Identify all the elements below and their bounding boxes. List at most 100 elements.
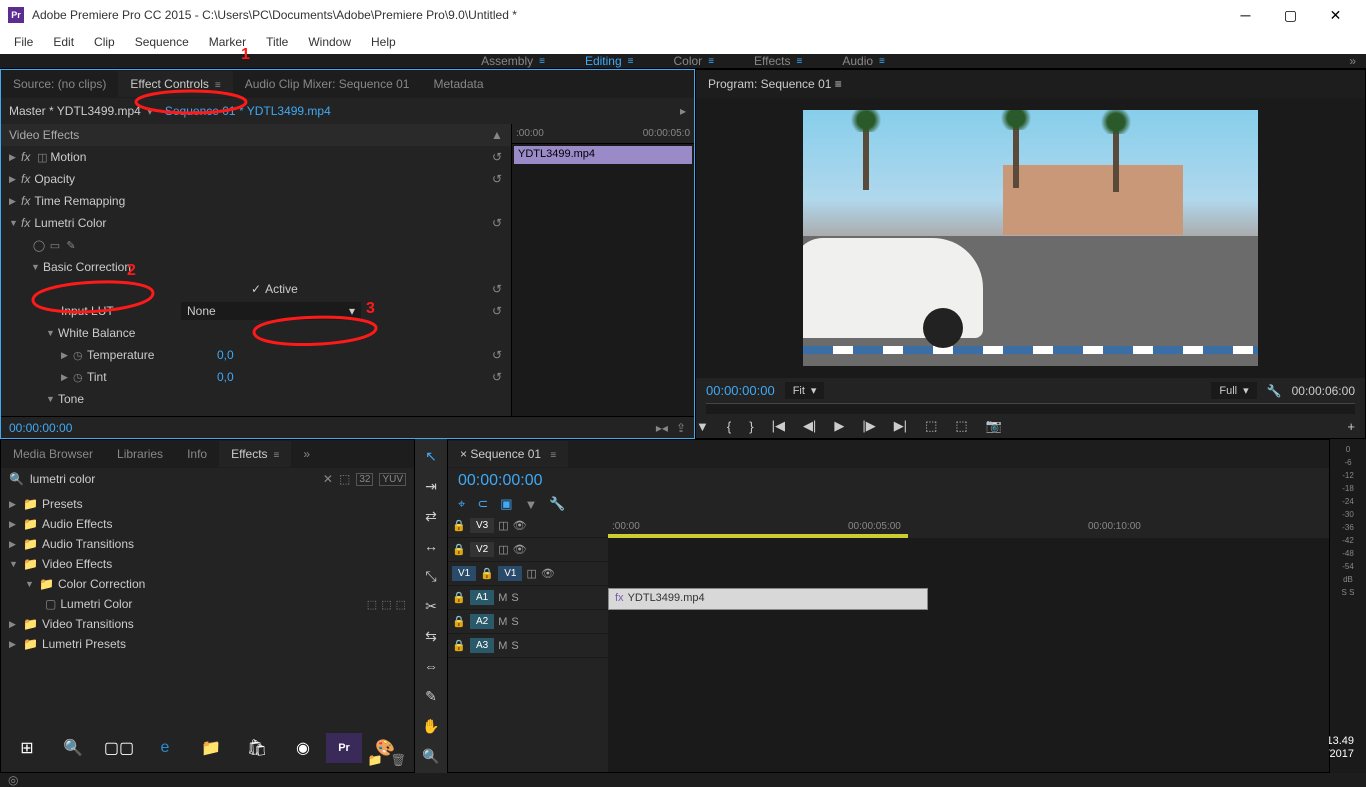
tab-overflow-icon[interactable]: »	[291, 441, 322, 467]
lock-icon[interactable]: 🔒	[452, 543, 466, 556]
pen-mask-icon[interactable]: ✎	[63, 239, 79, 252]
workspace-editing[interactable]: Editing≡	[585, 54, 634, 68]
tree-color-correction[interactable]: ▼📁Color Correction	[1, 574, 414, 594]
tree-video-transitions[interactable]: ▶📁Video Transitions	[1, 614, 414, 634]
effect-lumetri-color[interactable]: ▼fxLumetri Color↺	[1, 212, 511, 234]
program-ruler[interactable]	[706, 403, 1355, 414]
maximize-button[interactable]: ▢	[1268, 0, 1313, 30]
step-back-icon[interactable]: ◀|	[803, 418, 816, 434]
ripple-edit-tool-icon[interactable]: ⇄	[420, 505, 442, 527]
tree-audio-transitions[interactable]: ▶📁Audio Transitions	[1, 534, 414, 554]
timeline-tab[interactable]: × Sequence 01 ≡	[448, 441, 568, 467]
tree-video-effects[interactable]: ▼📁Video Effects	[1, 554, 414, 574]
tab-metadata[interactable]: Metadata	[421, 71, 495, 97]
chrome-icon[interactable]: ◉	[280, 728, 326, 768]
slide-tool-icon[interactable]: ⇔	[420, 655, 442, 677]
track-a1[interactable]: 🔒A1MS	[448, 586, 608, 610]
toggle-timeline-icon[interactable]: ▸	[680, 104, 686, 118]
loop-icon[interactable]: ▸◂	[656, 421, 668, 435]
menu-window[interactable]: Window	[298, 31, 361, 53]
section-toggle-icon[interactable]: ▲	[487, 128, 507, 142]
tree-lumetri-color-effect[interactable]: ▢Lumetri Color⬚⬚⬚	[1, 594, 414, 614]
timeline-clip[interactable]: fxYDTL3499.mp4	[608, 588, 928, 610]
program-resolution-dropdown[interactable]: Full▾	[1211, 382, 1256, 399]
program-fit-dropdown[interactable]: Fit▾	[785, 382, 825, 399]
rate-stretch-tool-icon[interactable]: ⤡	[420, 565, 442, 587]
selection-tool-icon[interactable]: ↖	[420, 445, 442, 467]
lock-icon[interactable]: 🔒	[452, 519, 466, 532]
task-view-icon[interactable]: ▢▢	[96, 728, 142, 768]
stopwatch-icon[interactable]: ◷	[73, 349, 87, 362]
snap-icon[interactable]: ⌖	[458, 496, 465, 512]
reset-icon[interactable]: ↺	[487, 150, 507, 164]
effect-time-remapping[interactable]: ▶fxTime Remapping	[1, 190, 511, 212]
premiere-taskbar-icon[interactable]: Pr	[326, 733, 362, 763]
ellipse-mask-icon[interactable]: ◯	[31, 239, 47, 252]
workspace-assembly[interactable]: Assembly≡	[481, 54, 545, 68]
hand-tool-icon[interactable]: ✋	[420, 715, 442, 737]
reset-icon[interactable]: ↺	[487, 370, 507, 384]
step-forward-icon[interactable]: |▶	[862, 418, 875, 434]
sequence-clip-label[interactable]: Sequence 01 * YDTL3499.mp4	[165, 104, 331, 118]
play-icon[interactable]: ▶	[834, 418, 844, 434]
reset-icon[interactable]: ↺	[487, 348, 507, 362]
filter-icon[interactable]: ⬚	[339, 472, 350, 486]
track-a3[interactable]: 🔒A3MS	[448, 634, 608, 658]
tab-audio-clip-mixer[interactable]: Audio Clip Mixer: Sequence 01	[233, 71, 422, 97]
chevron-down-icon[interactable]: ▾	[147, 104, 153, 118]
menu-title[interactable]: Title	[256, 31, 298, 53]
ec-clip-bar[interactable]: YDTL3499.mp4	[514, 146, 692, 164]
marker-tool-icon[interactable]: ▼	[525, 497, 538, 512]
workspace-overflow-icon[interactable]: »	[1349, 54, 1356, 68]
zoom-tool-icon[interactable]: 🔍	[420, 745, 442, 767]
lift-icon[interactable]: ⬚	[925, 418, 937, 434]
wrench-icon[interactable]: 🔧	[1267, 384, 1282, 398]
tint-row[interactable]: ▶◷Tint0,0↺	[1, 366, 511, 388]
tab-info[interactable]: Info	[175, 441, 219, 467]
effect-opacity[interactable]: ▶fxOpacity↺	[1, 168, 511, 190]
workspace-audio[interactable]: Audio≡	[842, 54, 885, 68]
tree-presets[interactable]: ▶📁Presets	[1, 494, 414, 514]
close-button[interactable]: ✕	[1313, 0, 1358, 30]
track-v3[interactable]: 🔒V3◫👁	[448, 514, 608, 538]
tab-effect-controls[interactable]: Effect Controls≡	[118, 71, 232, 97]
menu-help[interactable]: Help	[361, 31, 406, 53]
menu-sequence[interactable]: Sequence	[125, 31, 199, 53]
tab-source[interactable]: Source: (no clips)	[1, 71, 118, 97]
clear-search-icon[interactable]: ✕	[323, 472, 333, 486]
cc-sync-icon[interactable]: ◎	[8, 773, 18, 787]
timeline-timecode[interactable]: 00:00:00:00	[458, 472, 543, 490]
menu-marker[interactable]: Marker	[199, 31, 256, 53]
work-area-bar[interactable]	[608, 534, 908, 538]
temperature-value[interactable]: 0,0	[217, 348, 277, 362]
paint-icon[interactable]: 🎨	[362, 728, 408, 768]
lock-icon[interactable]: 🔒	[452, 615, 466, 628]
reset-icon[interactable]: ↺	[487, 172, 507, 186]
workspace-color[interactable]: Color≡	[674, 54, 715, 68]
filter-yuv-icon[interactable]: YUV	[379, 473, 406, 486]
in-point-icon[interactable]: {	[727, 419, 731, 434]
search-taskbar-icon[interactable]: 🔍	[50, 728, 96, 768]
ec-ruler[interactable]: :00:0000:00:05:0	[512, 124, 694, 144]
white-balance-row[interactable]: ▼White Balance	[1, 322, 511, 344]
tab-effects-browser[interactable]: Effects≡	[219, 441, 291, 467]
active-checkbox-row[interactable]: ✓Active↺	[1, 278, 511, 300]
lock-icon[interactable]: 🔒	[480, 567, 494, 580]
lock-icon[interactable]: 🔒	[452, 639, 466, 652]
tree-lumetri-presets[interactable]: ▶📁Lumetri Presets	[1, 634, 414, 654]
program-timecode-left[interactable]: 00:00:00:00	[706, 383, 775, 398]
add-marker-icon[interactable]: ▣	[500, 496, 512, 512]
rolling-edit-tool-icon[interactable]: ↔	[420, 535, 442, 557]
tree-audio-effects[interactable]: ▶📁Audio Effects	[1, 514, 414, 534]
timeline-tracks-area[interactable]: :00:00 00:00:05:00 00:00:10:00 fxYDTL349…	[608, 514, 1329, 772]
workspace-effects[interactable]: Effects≡	[754, 54, 802, 68]
lock-icon[interactable]: 🔒	[452, 591, 466, 604]
effects-search-input[interactable]	[30, 472, 317, 486]
settings-icon[interactable]: 🔧	[549, 496, 565, 512]
menu-clip[interactable]: Clip	[84, 31, 125, 53]
program-video-area[interactable]	[696, 98, 1365, 378]
menu-edit[interactable]: Edit	[43, 31, 84, 53]
reset-icon[interactable]: ↺	[487, 282, 507, 296]
track-select-tool-icon[interactable]: ⇥	[420, 475, 442, 497]
effect-motion[interactable]: ▶fx◫Motion↺	[1, 146, 511, 168]
